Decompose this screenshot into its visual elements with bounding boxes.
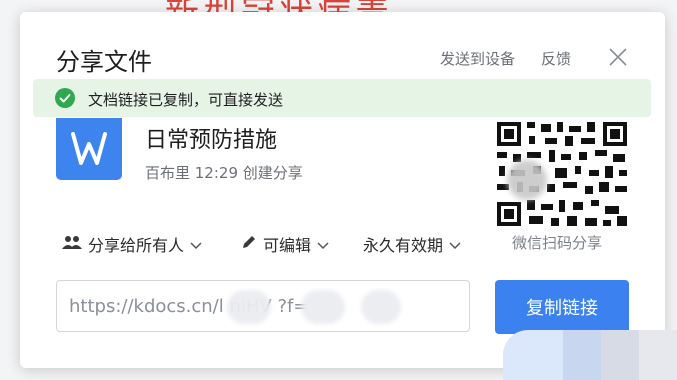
- file-meta: 百布里 12:29 创建分享: [145, 164, 303, 182]
- chevron-down-icon: [190, 235, 202, 254]
- toast-message: 文档链接已复制，可直接发送: [88, 91, 284, 109]
- send-to-device-link[interactable]: 发送到设备: [440, 48, 515, 69]
- chevron-down-icon: [449, 235, 461, 254]
- qr-privacy-blur: [507, 160, 547, 200]
- chevron-down-icon: [317, 235, 329, 254]
- share-link-field[interactable]: https://kdocs.cn/l niHV ?f=: [56, 280, 470, 332]
- share-scope-dropdown[interactable]: 分享给所有人: [62, 232, 202, 256]
- link-privacy-blur: [361, 290, 401, 324]
- link-privacy-blur: [301, 290, 345, 324]
- corner-decoration: [503, 330, 677, 380]
- pencil-icon: [241, 234, 257, 254]
- close-icon[interactable]: [606, 45, 630, 69]
- feedback-link[interactable]: 反馈: [541, 48, 571, 69]
- link-privacy-blur: [227, 290, 271, 324]
- dialog-title: 分享文件: [56, 48, 152, 76]
- wechat-qr-label: 微信扫码分享: [512, 234, 603, 252]
- permission-label: 可编辑: [263, 236, 312, 255]
- permission-dropdown[interactable]: 可编辑: [241, 232, 329, 256]
- wps-writer-icon: [56, 118, 122, 180]
- people-icon: [62, 234, 82, 254]
- copy-success-toast: 文档链接已复制，可直接发送: [33, 79, 651, 117]
- copy-link-button[interactable]: 复制链接: [495, 280, 629, 334]
- expiry-label: 永久有效期: [363, 236, 444, 255]
- share-dialog: 分享文件 发送到设备 反馈 文档链接已复制，可直接发送 日常预防措施 百布里 1…: [20, 12, 665, 368]
- check-circle-icon: [55, 88, 75, 108]
- file-name: 日常预防措施: [145, 128, 278, 153]
- share-scope-label: 分享给所有人: [88, 236, 185, 255]
- share-link-text: https://kdocs.cn/l niHV ?f=: [69, 296, 309, 317]
- expiry-dropdown[interactable]: 永久有效期: [363, 232, 461, 256]
